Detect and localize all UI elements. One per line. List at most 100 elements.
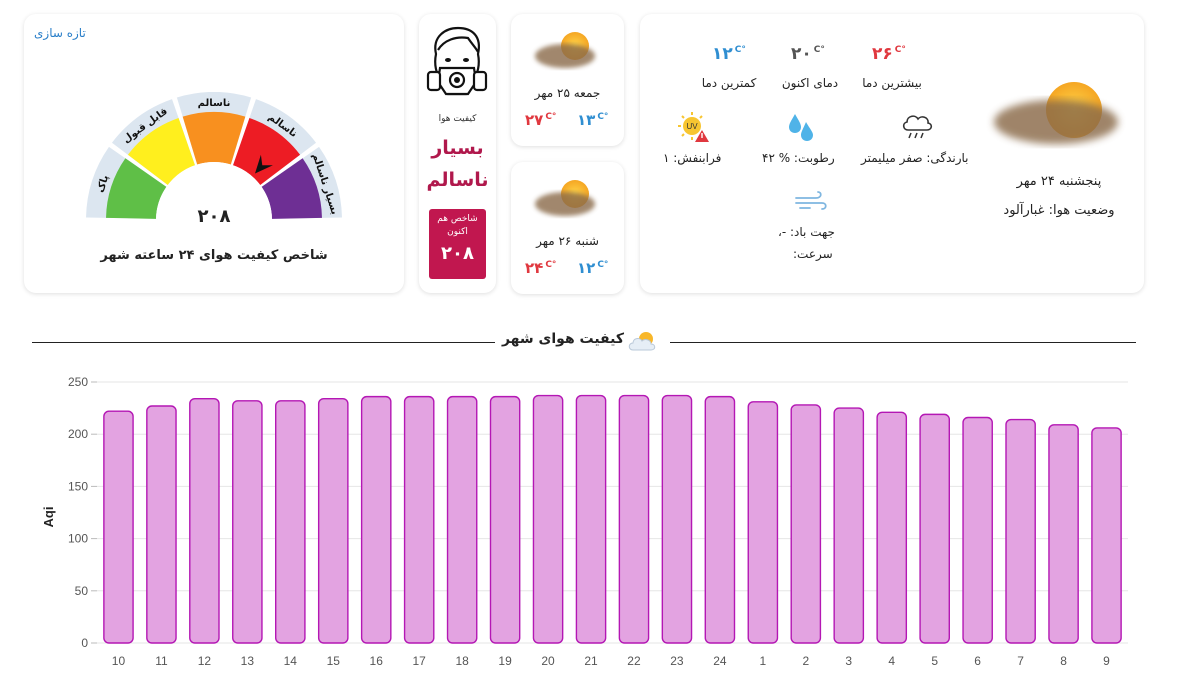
gas-mask-icon xyxy=(426,26,488,96)
max-temp-label: بیشترین دما xyxy=(862,76,922,90)
bar-24 xyxy=(704,395,736,644)
bar-3 xyxy=(833,407,865,644)
y-axis-label: Aqi xyxy=(41,507,56,528)
x-tick-label: 6 xyxy=(974,654,981,668)
bar-7 xyxy=(1005,418,1036,644)
bar-2 xyxy=(790,404,822,644)
y-tick-label: 50 xyxy=(75,584,89,598)
y-tick-label: 150 xyxy=(68,479,88,493)
current-temp-label: دمای اکنون xyxy=(781,76,839,90)
current-temp-value: ۲۰ C° xyxy=(791,44,825,64)
air-quality-card: کیفیت هوا بسیار ناسالم شاخص هم اکنون ۲۰۸ xyxy=(419,14,496,293)
bar-15 xyxy=(317,398,349,644)
x-tick-label: 3 xyxy=(845,654,852,668)
rain-cloud-icon xyxy=(902,115,933,139)
refresh-link[interactable]: تازه سازی xyxy=(34,26,86,40)
dusty-sun-icon xyxy=(535,32,595,68)
section-divider-right xyxy=(670,342,1136,343)
section-divider-left xyxy=(32,342,495,343)
forecast-card-2: شنبه ۲۶ مهر ۲۴ C° ۱۲ C° xyxy=(511,162,624,294)
uv-icon: UV xyxy=(678,112,709,142)
max-temp-value: ۲۶ C° xyxy=(872,44,906,64)
bar-11 xyxy=(146,405,177,644)
rainfall-text: بارندگی: صفر میلیمتر xyxy=(861,151,969,165)
forecast-min-temp: ۱۳ C° xyxy=(577,111,609,129)
y-tick-label: 0 xyxy=(81,636,88,650)
wind-speed-text: سرعت: xyxy=(793,247,833,261)
y-tick-label: 250 xyxy=(68,375,88,389)
gauge-value: ۲۰۸ xyxy=(197,206,231,227)
bar-5 xyxy=(919,413,950,644)
x-tick-label: 17 xyxy=(413,654,427,668)
wind-direction-text: جهت باد: -، xyxy=(778,225,835,239)
bar-22 xyxy=(618,394,650,644)
humidity-text: رطوبت: % ۴۲ xyxy=(762,151,835,165)
current-index-box: شاخص هم اکنون ۲۰۸ xyxy=(429,209,486,279)
wind-icon xyxy=(795,191,827,210)
forecast-max-temp: ۲۷ C° xyxy=(525,111,557,129)
x-tick-label: 20 xyxy=(541,654,555,668)
dusty-weather-icon xyxy=(994,82,1118,144)
bar-9 xyxy=(1091,427,1122,644)
forecast-date: جمعه ۲۵ مهر xyxy=(534,86,601,100)
x-tick-label: 16 xyxy=(370,654,384,668)
uv-index-text: فرابنفش: ۱ xyxy=(663,151,722,165)
humidity-drops-icon xyxy=(789,114,813,141)
forecast-max-temp: ۲۴ C° xyxy=(525,259,557,277)
forecast-min-temp: ۱۲ C° xyxy=(577,259,609,277)
air-quality-label: کیفیت هوا xyxy=(438,114,477,124)
current-date: پنجشنبه ۲۴ مهر xyxy=(1016,174,1102,189)
min-temp-value: ۱۲ C° xyxy=(712,44,746,64)
y-tick-label: 100 xyxy=(68,532,88,546)
dusty-sun-icon xyxy=(535,180,595,216)
x-tick-label: 7 xyxy=(1017,654,1024,668)
bar-19 xyxy=(489,395,521,644)
x-tick-label: 8 xyxy=(1060,654,1067,668)
current-index-label: شاخص هم اکنون xyxy=(437,214,478,237)
x-tick-label: 21 xyxy=(584,654,598,668)
bar-13 xyxy=(232,400,263,644)
x-tick-label: 11 xyxy=(155,654,168,668)
status-line-1: بسیار xyxy=(431,137,484,159)
min-temp-label: کمترین دما xyxy=(701,76,757,90)
bar-10 xyxy=(103,410,134,644)
bar-21 xyxy=(575,394,607,644)
bar-8 xyxy=(1048,424,1079,644)
gauge-segment-label: ناسالم xyxy=(198,98,231,109)
forecast-card-1: جمعه ۲۵ مهر ۲۷ C° ۱۳ C° xyxy=(511,14,624,146)
x-tick-label: 4 xyxy=(888,654,895,668)
forecast-date: شنبه ۲۶ مهر xyxy=(536,234,599,248)
x-tick-label: 12 xyxy=(198,654,212,668)
partly-cloudy-icon xyxy=(628,332,656,351)
bar-1 xyxy=(747,401,779,644)
gauge-caption: شاخص کیفیت هوای ۲۴ ساعته شهر xyxy=(100,248,328,263)
current-condition: وضعیت هوا: غبارآلود xyxy=(1003,203,1115,218)
x-tick-label: 22 xyxy=(627,654,641,668)
bar-4 xyxy=(876,411,908,644)
x-tick-label: 19 xyxy=(498,654,512,668)
status-line-2: ناسالم xyxy=(426,169,489,191)
x-tick-label: 5 xyxy=(931,654,938,668)
air-quality-status: بسیار ناسالم xyxy=(419,132,496,196)
x-tick-label: 23 xyxy=(670,654,684,668)
x-tick-label: 1 xyxy=(760,654,767,668)
x-tick-label: 13 xyxy=(241,654,255,668)
gauge-segment-3 xyxy=(182,112,246,165)
bar-23 xyxy=(661,394,693,644)
bar-6 xyxy=(962,416,993,644)
bar-16 xyxy=(360,395,392,644)
bar-17 xyxy=(403,395,435,644)
section-title-text: کیفیت هوای شهر xyxy=(501,331,624,347)
section-title: کیفیت هوای شهر xyxy=(495,328,670,354)
x-tick-label: 2 xyxy=(802,654,809,668)
x-tick-label: 15 xyxy=(327,654,341,668)
aqi-hourly-chart: 050100150200250 10 11 12 13 14 15 16 17 18 19 20 21… xyxy=(41,375,1128,668)
x-tick-label: 18 xyxy=(455,654,469,668)
current-weather-card: پنجشنبه ۲۴ مهر وضعیت هوا: غبارآلود ۲۶ C° … xyxy=(640,14,1144,293)
x-tick-label: 14 xyxy=(284,654,298,668)
bar-20 xyxy=(532,394,564,644)
bar-12 xyxy=(189,398,220,644)
x-tick-label: 10 xyxy=(112,654,126,668)
bar-14 xyxy=(275,400,306,644)
current-index-value: ۲۰۸ xyxy=(441,243,474,264)
